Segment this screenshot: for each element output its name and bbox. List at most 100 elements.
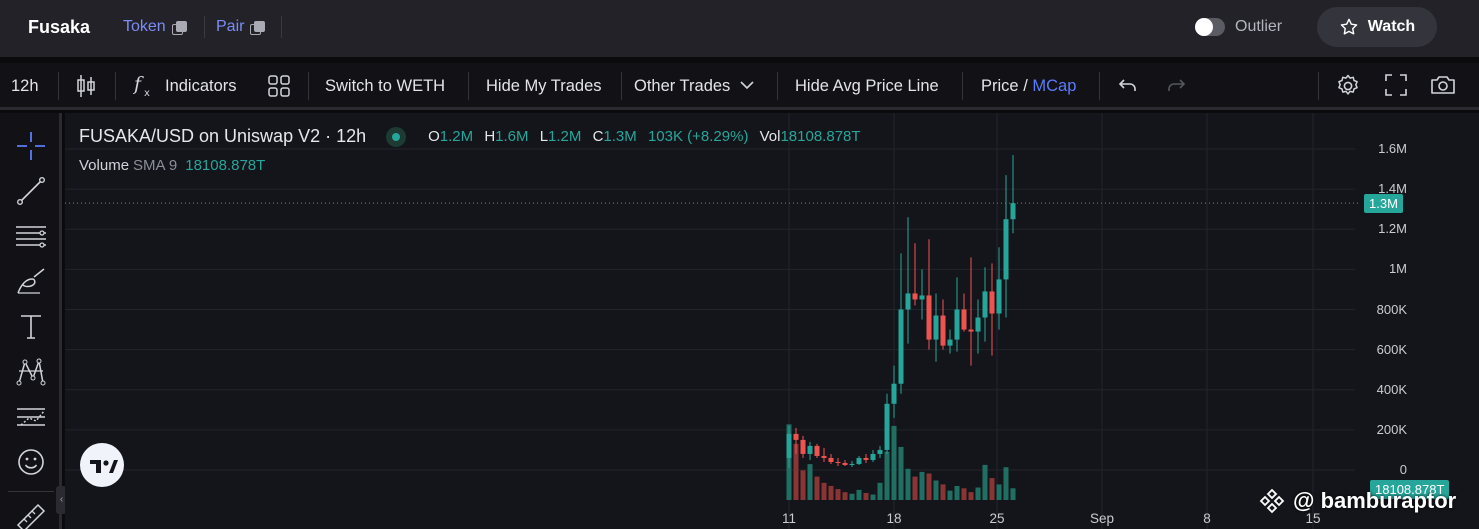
indicators-button[interactable]: Indicators	[165, 77, 237, 96]
switch-weth-button[interactable]: Switch to WETH	[325, 77, 445, 96]
time-tick-label: 25	[989, 511, 1005, 526]
horizontal-lines-icon[interactable]	[14, 219, 48, 253]
high-value: 1.6M	[495, 128, 529, 145]
watch-button[interactable]: Watch	[1317, 7, 1437, 47]
volume-bar	[821, 482, 827, 500]
outlier-label: Outlier	[1235, 18, 1283, 35]
svg-text:f: f	[133, 73, 144, 95]
candle-body	[926, 295, 932, 340]
volume-bar	[800, 470, 806, 500]
price-tick-label: 1.6M	[1378, 141, 1407, 156]
chevron-down-icon	[740, 81, 754, 90]
drawing-toolbar	[0, 113, 62, 529]
volume-bar	[1010, 488, 1016, 500]
vol-value: 18108.878T	[780, 128, 861, 145]
settings-gear-icon[interactable]	[1335, 73, 1361, 99]
toolbar-divider	[308, 72, 309, 100]
price-tick-label: 0	[1399, 462, 1407, 477]
volume-bar	[933, 480, 939, 500]
candle-body	[982, 291, 988, 318]
copy-icon[interactable]	[171, 20, 187, 35]
brush-icon[interactable]	[14, 265, 48, 299]
hide-avg-price-button[interactable]: Hide Avg Price Line	[795, 77, 939, 96]
candle-body	[842, 462, 848, 465]
price-option[interactable]: Price	[981, 77, 1019, 95]
volume-bar	[919, 471, 925, 500]
fx-icon[interactable]: f x	[133, 73, 155, 99]
candlestick-type-icon[interactable]	[74, 73, 98, 99]
open-value: 1.2M	[439, 128, 474, 145]
smiley-icon[interactable]	[14, 445, 48, 479]
volume-bar	[912, 476, 918, 500]
pattern-icon[interactable]	[14, 355, 48, 389]
toolbar-divider	[777, 72, 778, 100]
candle-body	[947, 339, 953, 346]
toolbar-divider	[962, 72, 963, 100]
price-chart[interactable]	[65, 113, 1479, 529]
volume-bar	[1003, 467, 1009, 500]
sma-value: 18108.878T	[185, 157, 266, 174]
undo-icon[interactable]	[1117, 73, 1139, 97]
volume-bar	[891, 425, 897, 500]
volume-bar	[807, 464, 813, 500]
candle-body	[1010, 203, 1016, 220]
candle-body	[940, 315, 946, 346]
candle-body	[954, 309, 960, 340]
pair-link[interactable]: Pair	[216, 18, 266, 36]
trend-line-icon[interactable]	[14, 174, 48, 208]
token-link[interactable]: Token	[123, 18, 187, 36]
token-link-label: Token	[123, 18, 166, 35]
volume-bar	[814, 476, 820, 500]
star-icon	[1340, 18, 1358, 35]
toolbar-divider	[1099, 72, 1100, 100]
fullscreen-icon[interactable]	[1384, 73, 1408, 97]
volume-bar	[954, 485, 960, 500]
mcap-option[interactable]: MCap	[1032, 77, 1076, 95]
text-tool-icon[interactable]	[14, 310, 48, 344]
volume-legend[interactable]: Volume SMA 9 18108.878T	[79, 157, 265, 174]
candle-body	[905, 293, 911, 310]
binance-logo-icon	[1259, 488, 1285, 514]
copy-icon[interactable]	[250, 20, 266, 35]
other-trades-label: Other Trades	[634, 77, 731, 95]
chart-legend: FUSAKA/USD on Uniswap V2 · 12h O1.2M H1.…	[79, 126, 868, 147]
volume-bar	[996, 484, 1002, 500]
ruler-icon[interactable]	[14, 499, 48, 529]
layout-grid-icon[interactable]	[267, 73, 291, 99]
outlier-toggle[interactable]	[1195, 18, 1225, 36]
price-mcap-slash: /	[1023, 77, 1028, 95]
candle-body	[814, 445, 820, 456]
low-value: 1.2M	[548, 128, 582, 145]
candle-body	[996, 279, 1002, 314]
candle-body	[884, 403, 890, 450]
toolbar-divider	[58, 72, 59, 100]
fib-levels-icon[interactable]	[14, 400, 48, 434]
volume-label: Volume	[79, 157, 130, 174]
price-tick-label: 800K	[1376, 301, 1407, 317]
candle-body	[919, 295, 925, 300]
price-mcap-switch[interactable]: Price / MCap	[981, 77, 1076, 96]
vol-label: Vol	[759, 128, 781, 145]
chart-area[interactable]	[65, 113, 1479, 529]
price-tick-label: 1.2M	[1378, 221, 1407, 237]
camera-icon[interactable]	[1429, 73, 1457, 97]
volume-bar	[947, 490, 953, 500]
redo-icon[interactable]	[1165, 73, 1187, 97]
candle-body	[800, 439, 806, 454]
crosshair-icon[interactable]	[14, 129, 48, 163]
volume-bar	[863, 492, 869, 500]
tools-divider	[8, 491, 54, 492]
other-trades-dropdown[interactable]: Other Trades	[634, 77, 755, 96]
candle-body	[989, 291, 995, 314]
hide-my-trades-button[interactable]: Hide My Trades	[486, 77, 602, 96]
close-label: C	[592, 128, 604, 145]
candle-body	[828, 457, 834, 462]
candle-body	[898, 309, 904, 384]
interval-button[interactable]: 12h	[11, 77, 39, 96]
time-tick-label: Sep	[1089, 511, 1115, 526]
change-value: 103K (+8.29%)	[647, 128, 749, 145]
volume-bar	[961, 488, 967, 500]
candle-body	[807, 445, 813, 454]
time-tick-label: 18	[886, 511, 902, 526]
tradingview-logo[interactable]	[80, 443, 124, 487]
